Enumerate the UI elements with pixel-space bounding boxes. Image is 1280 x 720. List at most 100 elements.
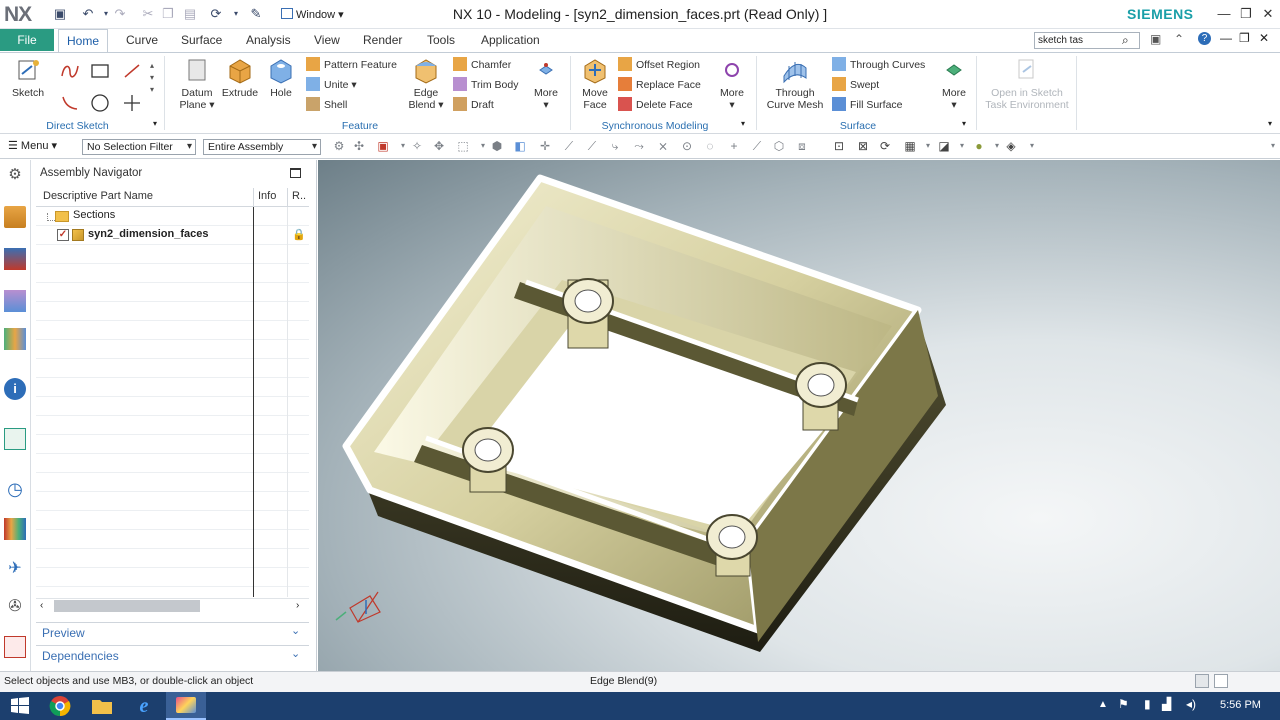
circle-icon[interactable]	[90, 93, 110, 113]
volume-icon[interactable]: ◂)	[1186, 697, 1196, 711]
column-descriptive-part-name[interactable]: Descriptive Part Name	[43, 190, 153, 202]
full-screen-icon[interactable]	[1214, 674, 1228, 688]
move-icon[interactable]: ✛	[538, 139, 552, 153]
chevron-down-icon[interactable]: ⌄	[291, 624, 300, 637]
doc-restore-button[interactable]: ❐	[1239, 31, 1250, 45]
role-icon[interactable]	[4, 636, 26, 658]
start-button[interactable]	[0, 692, 40, 720]
chevron-down-icon[interactable]: ⌄	[291, 647, 300, 660]
rectangle-icon[interactable]	[90, 63, 110, 79]
shell-button[interactable]: Shell	[306, 96, 347, 114]
preview-panel-header[interactable]: Preview	[36, 622, 309, 642]
column-info[interactable]: Info	[258, 190, 276, 202]
render-dropdown-icon[interactable]: ▾	[955, 139, 969, 153]
quick-pick-icon[interactable]: ✧	[410, 139, 424, 153]
tab-surface[interactable]: Surface	[173, 29, 230, 52]
orient-dropdown-icon[interactable]: ▾	[921, 139, 935, 153]
midpoint-icon[interactable]: ⟋	[585, 139, 599, 153]
maximize-panel-icon[interactable]	[290, 168, 301, 178]
tab-home[interactable]: Home	[58, 29, 109, 52]
rotate-icon[interactable]: ⟳	[878, 139, 892, 153]
through-curve-mesh-button[interactable]: Through Curve Mesh	[764, 56, 826, 111]
replace-face-button[interactable]: Replace Face	[618, 76, 701, 94]
edge-blend-button[interactable]: Edge Blend ▾	[404, 56, 448, 111]
search-icon[interactable]: ⌕	[1122, 33, 1129, 48]
surface-more-button[interactable]: More ▾	[938, 56, 970, 111]
hole-button[interactable]: Hole	[264, 56, 298, 99]
file-tab[interactable]: File	[0, 29, 54, 51]
battery-icon[interactable]: ▮	[1144, 697, 1151, 711]
process-studio-icon[interactable]: ✈	[4, 558, 26, 580]
edit-section-icon[interactable]: ◈	[1004, 139, 1018, 153]
column-read-only[interactable]: R..	[292, 190, 306, 202]
tab-tools[interactable]: Tools	[419, 29, 463, 52]
visibility-checkbox[interactable]: ✓	[57, 229, 69, 241]
snap-dropdown-icon[interactable]: ▾	[396, 139, 410, 153]
status-pattern-icon[interactable]	[1195, 674, 1209, 688]
selection-filter-dropdown[interactable]: No Selection Filter	[82, 139, 196, 155]
rectangle-dropdown-icon[interactable]: ▾	[476, 139, 490, 153]
tab-render[interactable]: Render	[355, 29, 410, 52]
section-dropdown-icon[interactable]: ▾	[1025, 139, 1039, 153]
point-on-curve-icon[interactable]: ⟋	[750, 139, 764, 153]
system-materials-icon[interactable]	[4, 518, 26, 540]
arc-center-icon[interactable]: ⨯	[656, 139, 670, 153]
existing-point-icon[interactable]: +	[727, 139, 741, 153]
doc-minimize-button[interactable]: —	[1220, 31, 1232, 45]
intersection-icon[interactable]: ⤳	[632, 139, 646, 153]
move-face-button[interactable]: Move Face	[578, 56, 612, 111]
history-icon[interactable]: ◷	[4, 478, 26, 500]
arc-icon[interactable]	[60, 94, 80, 112]
settings-icon[interactable]: ⚙	[4, 164, 26, 186]
select-sheet-icon[interactable]: ◧	[513, 139, 527, 153]
rectangle-select-icon[interactable]: ⬚	[456, 139, 470, 153]
scrollbar-thumb[interactable]	[54, 600, 200, 612]
chrome-button[interactable]	[40, 692, 80, 720]
fit-icon[interactable]: ⊡	[832, 139, 846, 153]
tab-curve[interactable]: Curve	[118, 29, 166, 52]
sketch-button[interactable]: Sketch	[8, 56, 48, 99]
render-style-icon[interactable]: ◪	[937, 139, 951, 153]
part-model[interactable]	[318, 160, 1280, 671]
feature-more-button[interactable]: More ▾	[530, 56, 562, 111]
quadrant-icon[interactable]: ◌	[703, 139, 717, 153]
bounded-grid-icon[interactable]: ⧈	[795, 139, 809, 153]
swept-button[interactable]: Swept	[832, 76, 879, 94]
draft-button[interactable]: Draft	[453, 96, 494, 114]
tab-view[interactable]: View	[306, 29, 348, 52]
web-browser-icon[interactable]	[4, 428, 26, 450]
sync-dropdown-icon[interactable]: ▾	[741, 119, 745, 128]
select-all-icon[interactable]: ✥	[432, 139, 446, 153]
unite-button[interactable]: Unite ▾	[306, 76, 357, 94]
background-dropdown-icon[interactable]: ▾	[990, 139, 1004, 153]
scroll-right-icon[interactable]: ›	[296, 600, 299, 611]
file-explorer-button[interactable]	[82, 692, 122, 720]
action-center-icon[interactable]: ⚑	[1118, 697, 1129, 711]
show-hidden-icons[interactable]: ▲	[1098, 699, 1108, 710]
extrude-button[interactable]: Extrude	[220, 56, 260, 99]
fill-surface-button[interactable]: Fill Surface	[832, 96, 903, 114]
collapse-ribbon-icon[interactable]: ⌃	[1174, 32, 1184, 46]
tab-application[interactable]: Application	[473, 29, 548, 52]
nx-taskbar-button[interactable]	[166, 692, 206, 720]
gallery-scroll-icon[interactable]: ▴ ▾ ▾	[150, 60, 154, 96]
tab-analysis[interactable]: Analysis	[238, 29, 299, 52]
ribbon-expand-icon[interactable]: ▾	[1268, 119, 1272, 128]
minimize-button[interactable]: —	[1214, 5, 1234, 23]
clock[interactable]: 5:56 PM	[1220, 699, 1261, 711]
sync-more-button[interactable]: More ▾	[716, 56, 748, 111]
dependencies-panel-header[interactable]: Dependencies	[36, 645, 309, 665]
through-curves-button[interactable]: Through Curves	[832, 56, 925, 74]
reuse-library-icon[interactable]	[4, 328, 26, 350]
toolbar-options-icon[interactable]: ▾	[1266, 139, 1280, 153]
background-icon[interactable]: ●	[972, 139, 986, 153]
point-on-face-icon[interactable]: ⬡	[772, 139, 786, 153]
internet-explorer-button[interactable]: e	[124, 692, 164, 720]
selection-scope-dropdown[interactable]: Entire Assembly	[203, 139, 321, 155]
ribbon-options-icon[interactable]: ▣	[1150, 32, 1161, 46]
scroll-left-icon[interactable]: ‹	[40, 600, 43, 611]
orient-view-icon[interactable]: ▦	[903, 139, 917, 153]
delete-face-button[interactable]: Delete Face	[618, 96, 693, 114]
control-point-icon[interactable]: ⤷	[608, 139, 622, 153]
offset-region-button[interactable]: Offset Region	[618, 56, 700, 74]
